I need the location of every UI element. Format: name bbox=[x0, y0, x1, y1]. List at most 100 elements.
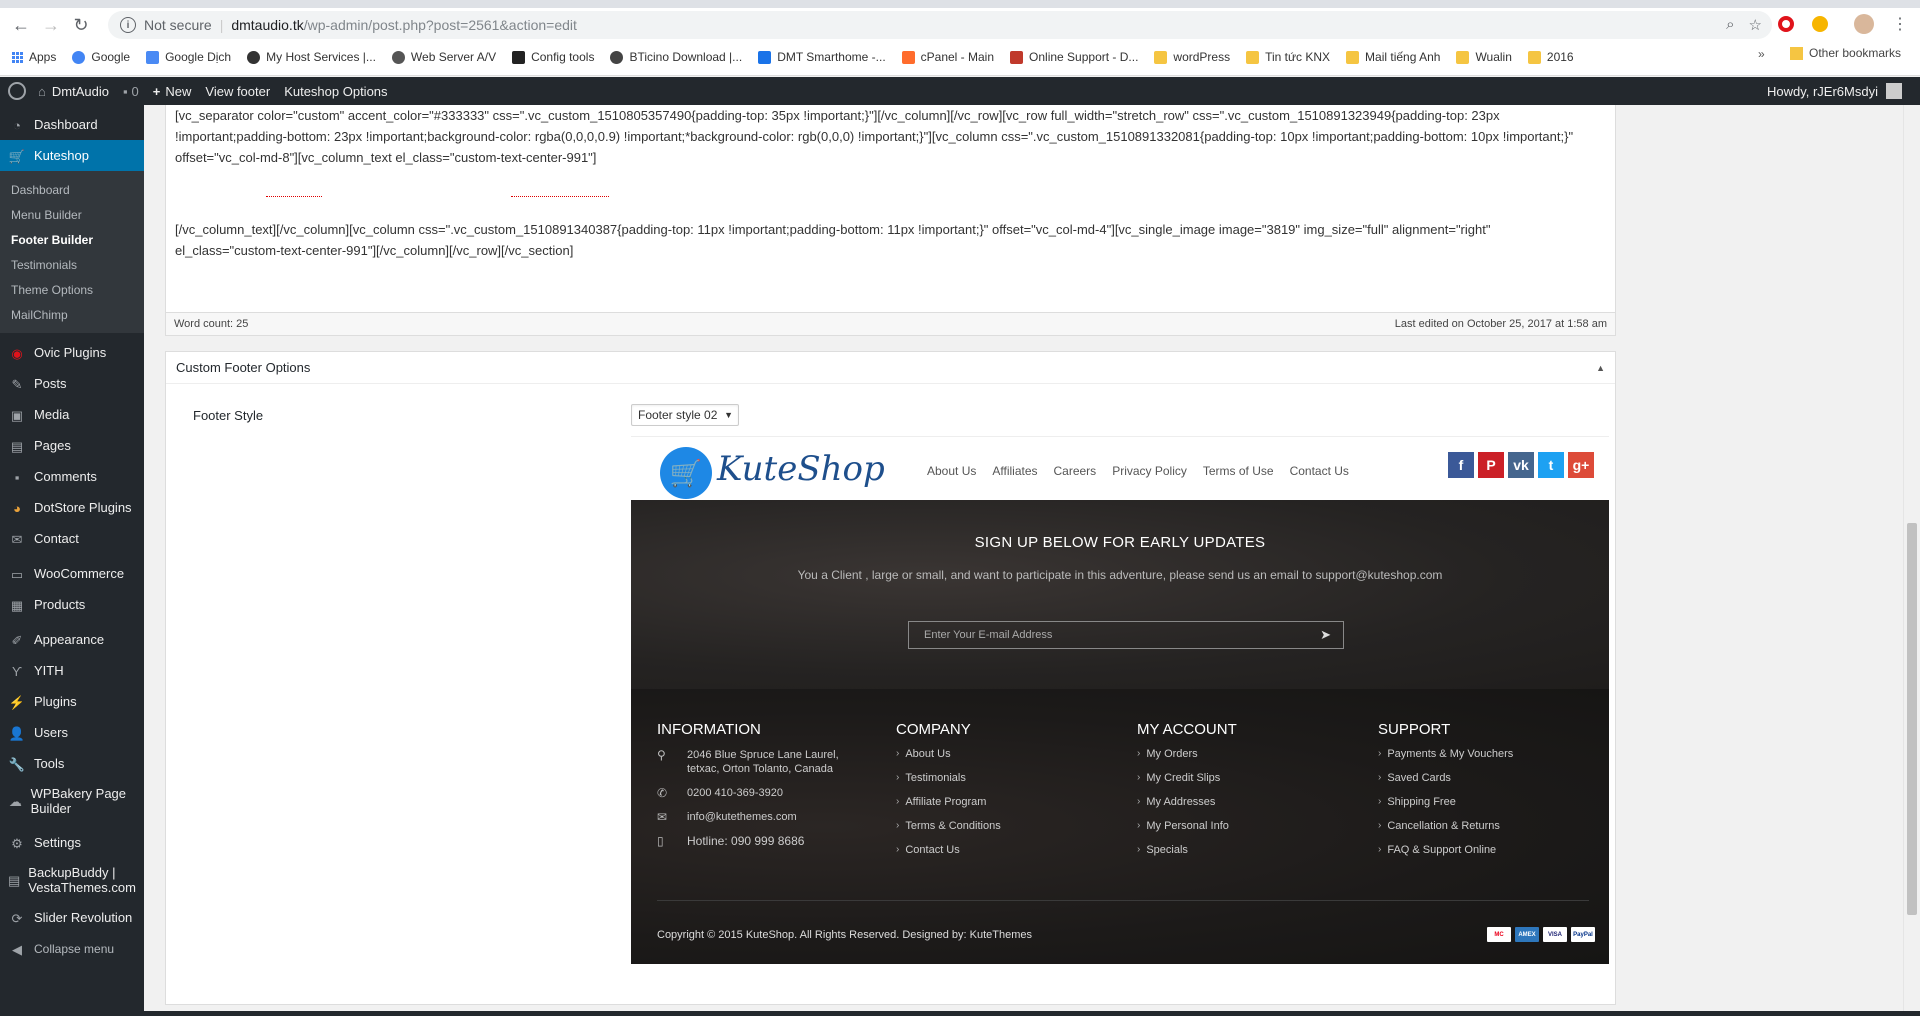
preview-link[interactable]: Contact Us bbox=[1290, 464, 1349, 478]
sidebar-item-plugins[interactable]: ⚡ Plugins bbox=[0, 686, 144, 717]
vk-icon[interactable]: vk bbox=[1508, 452, 1534, 478]
site-name-link[interactable]: ⌂ DmtAudio bbox=[38, 84, 109, 99]
preview-link[interactable]: About Us bbox=[927, 464, 976, 478]
sidebar-item-dotstore-plugins[interactable]: ◕ DotStore Plugins bbox=[0, 492, 144, 523]
sidebar-item-media[interactable]: ▣ Media bbox=[0, 399, 144, 430]
bookmark-item[interactable]: Config tools bbox=[512, 50, 594, 64]
chevron-right-icon[interactable]: » bbox=[1758, 47, 1765, 61]
footer-link[interactable]: › Contact Us bbox=[896, 844, 1001, 868]
footer-link[interactable]: › FAQ & Support Online bbox=[1378, 844, 1513, 868]
collapse-arrow-icon[interactable]: ▲ bbox=[1596, 363, 1605, 373]
kuteshop-options-link[interactable]: Kuteshop Options bbox=[284, 84, 387, 99]
sidebar-item-products[interactable]: ▦ Products bbox=[0, 589, 144, 620]
account-menu[interactable]: Howdy, rJEr6Msdyi bbox=[1767, 83, 1902, 99]
footer-link[interactable]: › Affiliate Program bbox=[896, 796, 1001, 820]
preview-link[interactable]: Careers bbox=[1054, 464, 1097, 478]
bookmark-label: My Host Services |... bbox=[266, 50, 376, 64]
bookmark-item[interactable]: Google bbox=[72, 50, 130, 64]
footer-link[interactable]: › Payments & My Vouchers bbox=[1378, 748, 1513, 772]
footer-link[interactable]: › Terms & Conditions bbox=[896, 820, 1001, 844]
sidebar-item-users[interactable]: 👤 Users bbox=[0, 717, 144, 748]
sidebar-item-label: BackupBuddy | VestaThemes.com bbox=[28, 865, 136, 895]
submenu-item[interactable]: Theme Options bbox=[0, 277, 144, 302]
sidebar-item-kuteshop[interactable]: 🛒 Kuteshop bbox=[0, 140, 144, 171]
submenu-item[interactable]: Menu Builder bbox=[0, 202, 144, 227]
sidebar-item-settings[interactable]: ⚙ Settings bbox=[0, 827, 144, 858]
bookmark-item[interactable]: Google Dịch bbox=[146, 50, 231, 64]
sidebar-item-tools[interactable]: 🔧 Tools bbox=[0, 748, 144, 779]
preview-link[interactable]: Affiliates bbox=[992, 464, 1037, 478]
sidebar-item-backupbuddy-vestathemes-com[interactable]: ▤ BackupBuddy | VestaThemes.com bbox=[0, 858, 144, 902]
bookmark-item[interactable]: Apps bbox=[12, 50, 56, 64]
bookmark-item[interactable]: Mail tiếng Anh bbox=[1346, 50, 1440, 64]
profile-avatar[interactable] bbox=[1854, 14, 1874, 34]
folder-icon bbox=[1246, 50, 1260, 64]
footer-link[interactable]: › My Orders bbox=[1137, 748, 1237, 772]
footer-link[interactable]: › My Addresses bbox=[1137, 796, 1237, 820]
submenu-item[interactable]: Testimonials bbox=[0, 252, 144, 277]
metabox-header[interactable]: Custom Footer Options ▲ bbox=[166, 352, 1615, 384]
bookmark-item[interactable]: Tin tức KNX bbox=[1246, 50, 1330, 64]
info-icon[interactable]: i bbox=[120, 17, 136, 33]
bookmark-item[interactable]: wordPress bbox=[1154, 50, 1230, 64]
bookmark-item[interactable]: 2016 bbox=[1527, 50, 1574, 64]
google-plus-icon[interactable]: g+ bbox=[1568, 452, 1594, 478]
bookmark-item[interactable]: Wualin bbox=[1456, 50, 1512, 64]
preview-link[interactable]: Terms of Use bbox=[1203, 464, 1274, 478]
sidebar-item-dashboard[interactable]: ◔ Dashboard bbox=[0, 109, 144, 140]
extension-icon[interactable] bbox=[1812, 16, 1828, 32]
sidebar-item-woocommerce[interactable]: ▭ WooCommerce bbox=[0, 558, 144, 589]
sidebar-item-contact[interactable]: ✉ Contact bbox=[0, 523, 144, 554]
wordpress-icon[interactable] bbox=[8, 82, 26, 100]
text-editor[interactable]: [vc_separator color="custom" accent_colo… bbox=[165, 105, 1616, 330]
footer-link[interactable]: › Saved Cards bbox=[1378, 772, 1513, 796]
bookmark-item[interactable]: Web Server A/V bbox=[391, 50, 496, 64]
bookmark-item[interactable]: My Host Services |... bbox=[247, 50, 376, 64]
bookmark-item[interactable]: BTicino Download |... bbox=[610, 50, 742, 64]
submenu-item[interactable]: Footer Builder bbox=[0, 227, 144, 252]
address-bar[interactable]: i Not secure | dmtaudio.tk/wp-admin/post… bbox=[108, 11, 1772, 39]
scroll-thumb[interactable] bbox=[1907, 523, 1917, 915]
menu-icon[interactable]: ⋮ bbox=[1892, 14, 1908, 34]
footer-link[interactable]: › My Personal Info bbox=[1137, 820, 1237, 844]
sidebar-item-label: Tools bbox=[34, 756, 65, 771]
submenu-item[interactable]: Dashboard bbox=[0, 177, 144, 202]
zoom-icon[interactable]: ⌕ bbox=[1726, 16, 1734, 34]
bookmark-item[interactable]: Online Support - D... bbox=[1010, 50, 1138, 64]
sidebar-item-appearance[interactable]: ✐ Appearance bbox=[0, 624, 144, 655]
sidebar-item-yith[interactable]: Ƴ YITH bbox=[0, 655, 144, 686]
sidebar-item-ovic-plugins[interactable]: ◉ Ovic Plugins bbox=[0, 337, 144, 368]
sidebar-item-collapse-menu[interactable]: ◀ Collapse menu bbox=[0, 933, 144, 964]
footer-link[interactable]: › Cancellation & Returns bbox=[1378, 820, 1513, 844]
sidebar-item-posts[interactable]: ✎ Posts bbox=[0, 368, 144, 399]
footer-link[interactable]: › Testimonials bbox=[896, 772, 1001, 796]
footer-link[interactable]: › Shipping Free bbox=[1378, 796, 1513, 820]
new-content-link[interactable]: + New bbox=[153, 84, 192, 99]
send-icon[interactable]: ➤ bbox=[1320, 627, 1331, 643]
submenu-item[interactable]: MailChimp bbox=[0, 302, 144, 327]
view-footer-link[interactable]: View footer bbox=[205, 84, 270, 99]
pinterest-icon[interactable]: P bbox=[1478, 452, 1504, 478]
sidebar-item-pages[interactable]: ▤ Pages bbox=[0, 430, 144, 461]
footer-link[interactable]: › My Credit Slips bbox=[1137, 772, 1237, 796]
email-input[interactable]: Enter Your E-mail Address ➤ bbox=[908, 621, 1344, 649]
star-icon[interactable]: ☆ bbox=[1749, 16, 1762, 34]
other-bookmarks[interactable]: Other bookmarks bbox=[1790, 46, 1901, 60]
footer-link[interactable]: › About Us bbox=[896, 748, 1001, 772]
reload-icon[interactable]: ↻ bbox=[66, 11, 96, 39]
back-icon[interactable]: ← bbox=[6, 11, 36, 39]
forward-icon[interactable]: → bbox=[36, 11, 66, 39]
sidebar-item-slider-revolution[interactable]: ⟳ Slider Revolution bbox=[0, 902, 144, 933]
twitter-icon[interactable]: t bbox=[1538, 452, 1564, 478]
facebook-icon[interactable]: f bbox=[1448, 452, 1474, 478]
footer-link[interactable]: › Specials bbox=[1137, 844, 1237, 868]
bookmark-item[interactable]: DMT Smarthome -... bbox=[758, 50, 886, 64]
comments-link[interactable]: ▪ 0 bbox=[123, 84, 139, 99]
opera-icon[interactable] bbox=[1778, 16, 1794, 32]
footer-style-select[interactable]: Footer style 02 ▼ bbox=[631, 404, 739, 426]
scrollbar[interactable] bbox=[1903, 105, 1920, 1016]
sidebar-item-wpbakery-page-builder[interactable]: ☁ WPBakery Page Builder bbox=[0, 779, 144, 823]
preview-link[interactable]: Privacy Policy bbox=[1112, 464, 1187, 478]
sidebar-item-comments[interactable]: ▪ Comments bbox=[0, 461, 144, 492]
bookmark-item[interactable]: cPanel - Main bbox=[901, 50, 994, 64]
